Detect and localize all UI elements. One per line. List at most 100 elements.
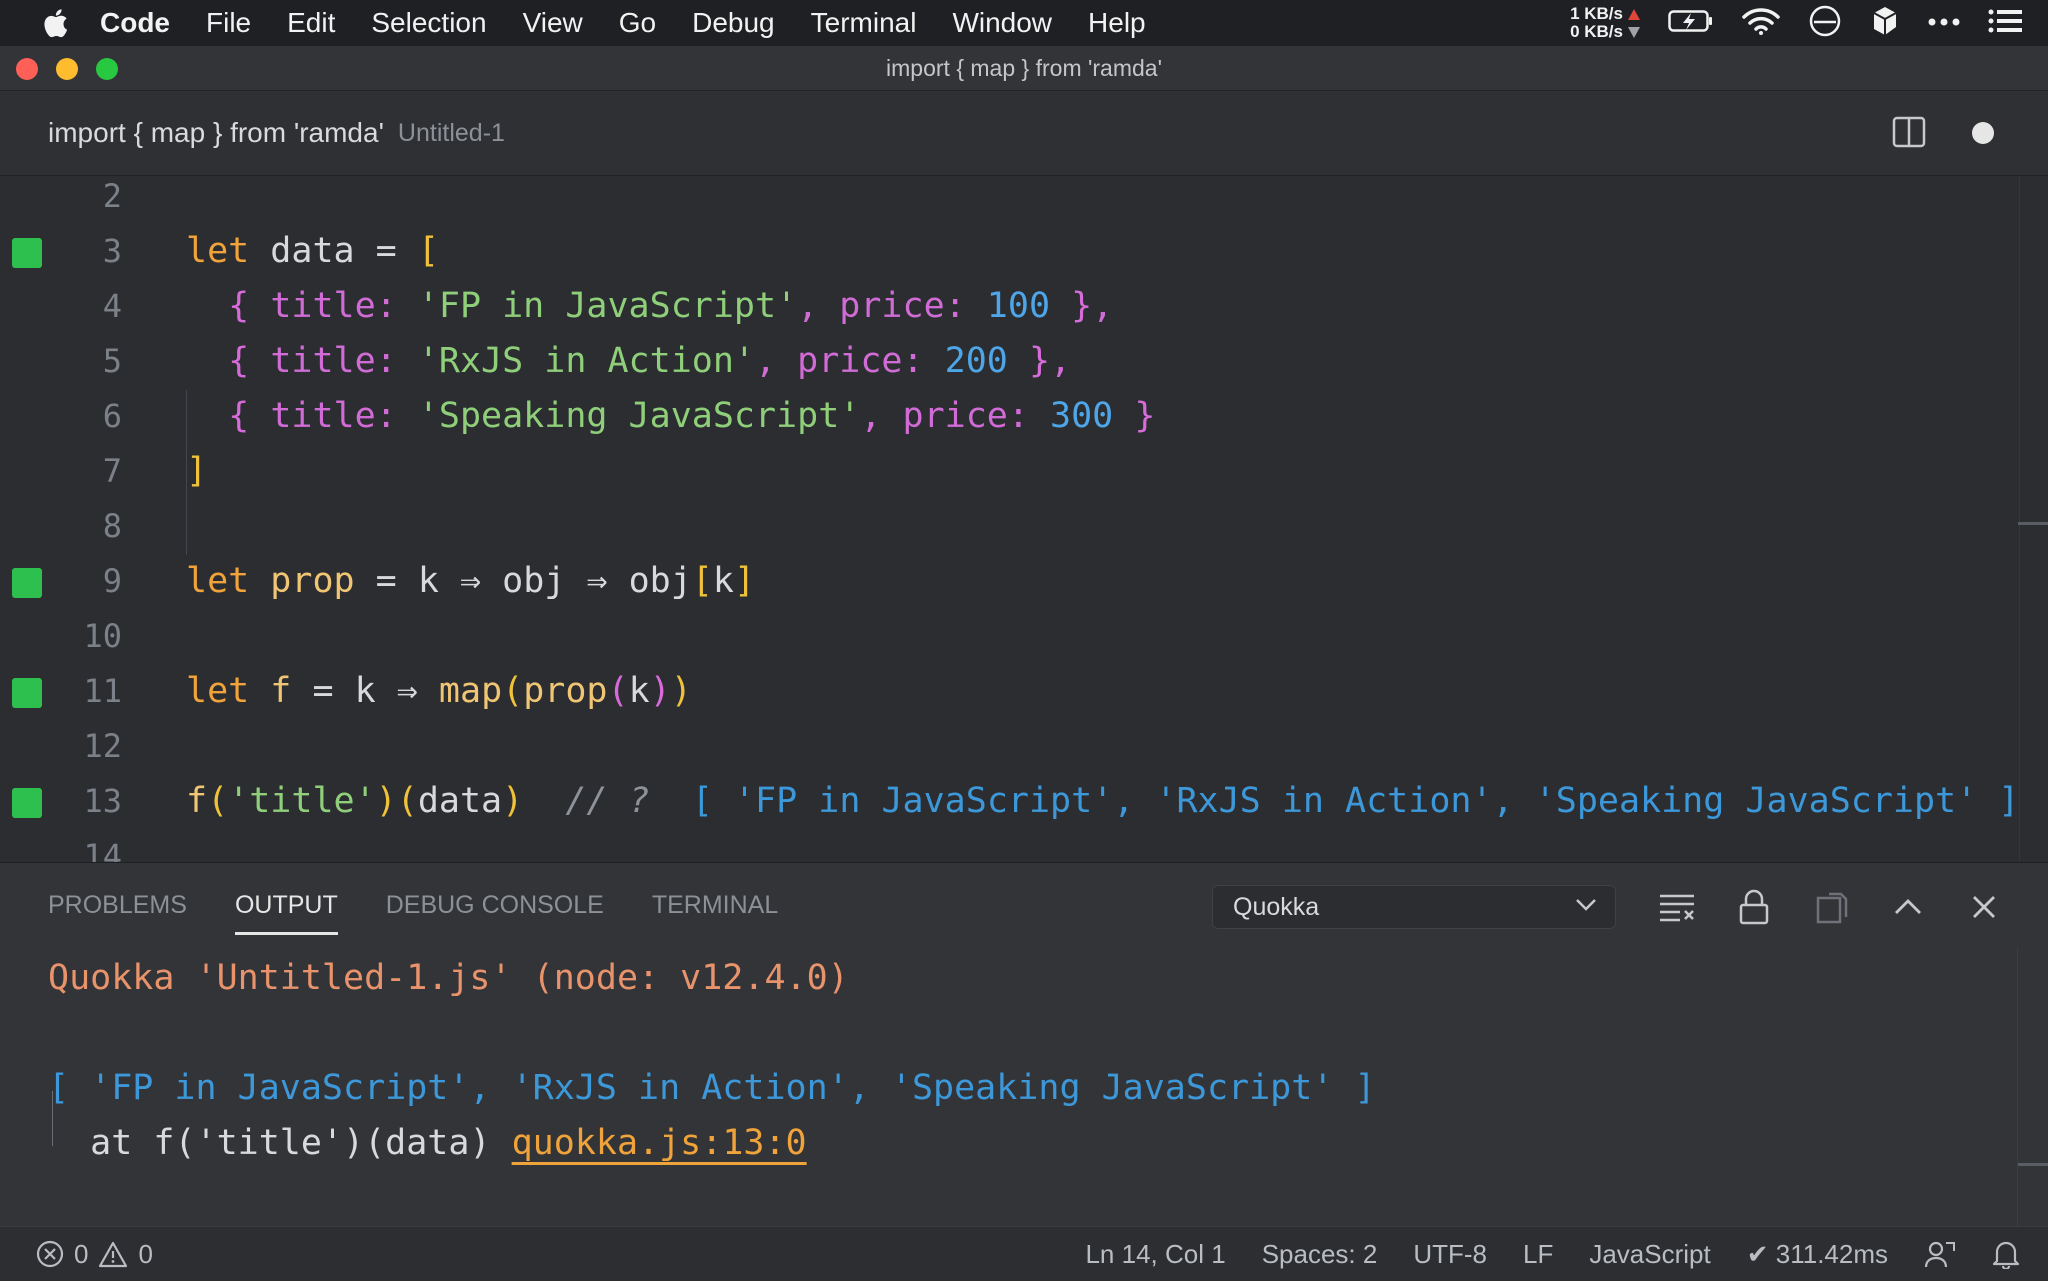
window-title: import { map } from 'ramda'	[886, 55, 1162, 81]
brace: }	[1071, 286, 1093, 326]
identifier: f	[270, 671, 292, 711]
code-line: 7 ]	[0, 444, 2048, 499]
line-number: 14	[83, 837, 122, 862]
quokka-timing[interactable]: ✔ 311.42ms	[1747, 1239, 1888, 1270]
lock-scroll-icon[interactable]	[1734, 887, 1774, 927]
network-speed[interactable]: 1 KB/s 0 KB/s	[1570, 5, 1640, 41]
menu-edit[interactable]: Edit	[287, 7, 335, 39]
tab-title: import { map } from 'ramda'	[48, 117, 384, 148]
app-extension-icon[interactable]	[1870, 5, 1900, 42]
line-number: 8	[102, 507, 122, 545]
battery-charging-icon[interactable]	[1668, 8, 1714, 39]
code-text: let data = [	[186, 224, 439, 279]
number: 100	[986, 286, 1051, 326]
code-text: { title: 'RxJS in Action', price: 200 },	[186, 334, 1071, 389]
menu-file[interactable]: File	[206, 7, 251, 39]
property: title:	[270, 341, 397, 381]
code-line: 9 let prop = k ⇒ obj ⇒ obj[k]	[0, 554, 2048, 609]
unsaved-changes-dot-icon[interactable]	[1972, 122, 1994, 144]
identifier: obj	[628, 561, 692, 601]
menu-go[interactable]: Go	[619, 7, 656, 39]
operator: =	[375, 561, 397, 601]
code-text: { title: 'Speaking JavaScript', price: 3…	[186, 389, 1155, 444]
wifi-icon[interactable]	[1742, 7, 1780, 40]
encoding[interactable]: UTF-8	[1413, 1239, 1487, 1270]
more-menu-icon[interactable]	[1928, 14, 1960, 32]
clear-output-icon[interactable]	[1657, 887, 1697, 927]
line-endings[interactable]: LF	[1523, 1239, 1553, 1270]
brace: }	[1134, 396, 1156, 436]
paren: (	[502, 671, 524, 711]
property: price:	[839, 286, 966, 326]
panel-scroll-thumb[interactable]	[2018, 1163, 2048, 1166]
menu-app-code[interactable]: Code	[100, 7, 170, 39]
notifications-bell-icon[interactable]	[1992, 1239, 2020, 1269]
code-text: let prop = k ⇒ obj ⇒ obj[k]	[186, 554, 755, 609]
tab-terminal[interactable]: TERMINAL	[652, 863, 778, 947]
tab-debug-console[interactable]: DEBUG CONSOLE	[386, 863, 604, 947]
brace: {	[228, 341, 250, 381]
menu-terminal[interactable]: Terminal	[811, 7, 917, 39]
code-text: f('title')(data) // ? [ 'FP in JavaScrip…	[186, 774, 2019, 829]
bracket: ]	[733, 561, 756, 601]
coverage-marker	[12, 678, 42, 708]
indentation[interactable]: Spaces: 2	[1262, 1239, 1378, 1270]
do-not-disturb-icon[interactable]	[1808, 4, 1842, 43]
close-panel-icon[interactable]	[1964, 887, 2004, 927]
notification-list-icon[interactable]	[1988, 9, 2022, 38]
editor-tab[interactable]: import { map } from 'ramda' Untitled-1	[48, 91, 505, 175]
editor-scrollbar[interactable]	[2018, 176, 2048, 862]
punct: ,	[754, 341, 777, 381]
language-mode[interactable]: JavaScript	[1589, 1239, 1710, 1270]
operator: =	[312, 671, 334, 711]
split-editor-icon[interactable]	[1892, 115, 1926, 149]
apple-logo-icon[interactable]	[42, 8, 70, 38]
scroll-thumb[interactable]	[2018, 522, 2048, 525]
tab-problems[interactable]: PROBLEMS	[48, 863, 187, 947]
code-line: 5 { title: 'RxJS in Action', price: 200 …	[0, 334, 2048, 389]
param: k	[354, 671, 376, 711]
output-channel-select[interactable]: Quokka	[1212, 885, 1616, 929]
output-header: Quokka 'Untitled-1.js' (node: v12.4.0)	[48, 958, 849, 998]
problems-summary[interactable]: 0 0	[36, 1227, 153, 1281]
menu-window[interactable]: Window	[952, 7, 1052, 39]
feedback-person-icon[interactable]	[1924, 1239, 1956, 1269]
punct: ,	[1092, 286, 1114, 326]
inline-result: [ 'FP in JavaScript', 'RxJS in Action', …	[691, 781, 2020, 821]
menu-debug[interactable]: Debug	[692, 7, 775, 39]
bracket: [	[417, 231, 439, 271]
output-channel-value: Quokka	[1233, 893, 1320, 921]
param: k	[417, 561, 439, 601]
line-number: 3	[102, 232, 122, 270]
menu-selection[interactable]: Selection	[371, 7, 486, 39]
source-link[interactable]: quokka.js:13:0	[512, 1123, 807, 1163]
number: 300	[1050, 396, 1114, 436]
keyword: let	[186, 561, 250, 601]
keyword: let	[186, 671, 250, 711]
bracket: [	[691, 561, 713, 601]
paren: (	[607, 671, 629, 711]
tab-output[interactable]: OUTPUT	[234, 863, 338, 947]
operator: =	[375, 231, 397, 271]
maximize-panel-chevron-up-icon[interactable]	[1888, 887, 1928, 927]
identifier: k	[628, 671, 650, 711]
editor-tab-bar: import { map } from 'ramda' Untitled-1	[0, 91, 2048, 176]
line-number: 11	[83, 672, 122, 710]
menu-view[interactable]: View	[523, 7, 583, 39]
code-editor[interactable]: 2 3 let data = [ 4 { title: 'FP in JavaS…	[0, 176, 2048, 862]
panel-scrollbar[interactable]	[2017, 947, 2048, 1227]
line-number: 9	[102, 562, 122, 600]
output-log[interactable]: Quokka 'Untitled-1.js' (node: v12.4.0) […	[48, 951, 1376, 1171]
identifier: k	[712, 561, 734, 601]
code-line: 13 f('title')(data) // ? [ 'FP in JavaSc…	[0, 774, 2048, 829]
coverage-marker	[12, 568, 42, 598]
status-bar: 0 0 Ln 14, Col 1 Spaces: 2 UTF-8 LF Java…	[0, 1226, 2048, 1281]
open-in-editor-icon[interactable]	[1812, 887, 1852, 927]
cursor-position[interactable]: Ln 14, Col 1	[1085, 1239, 1225, 1270]
bottom-panel: PROBLEMS OUTPUT DEBUG CONSOLE TERMINAL Q…	[0, 862, 2048, 1227]
menu-help[interactable]: Help	[1088, 7, 1146, 39]
line-number: 12	[83, 727, 122, 765]
code-line: 6 { title: 'Speaking JavaScript', price:…	[0, 389, 2048, 444]
line-number: 13	[83, 782, 122, 820]
upload-arrow-icon	[1628, 8, 1640, 20]
